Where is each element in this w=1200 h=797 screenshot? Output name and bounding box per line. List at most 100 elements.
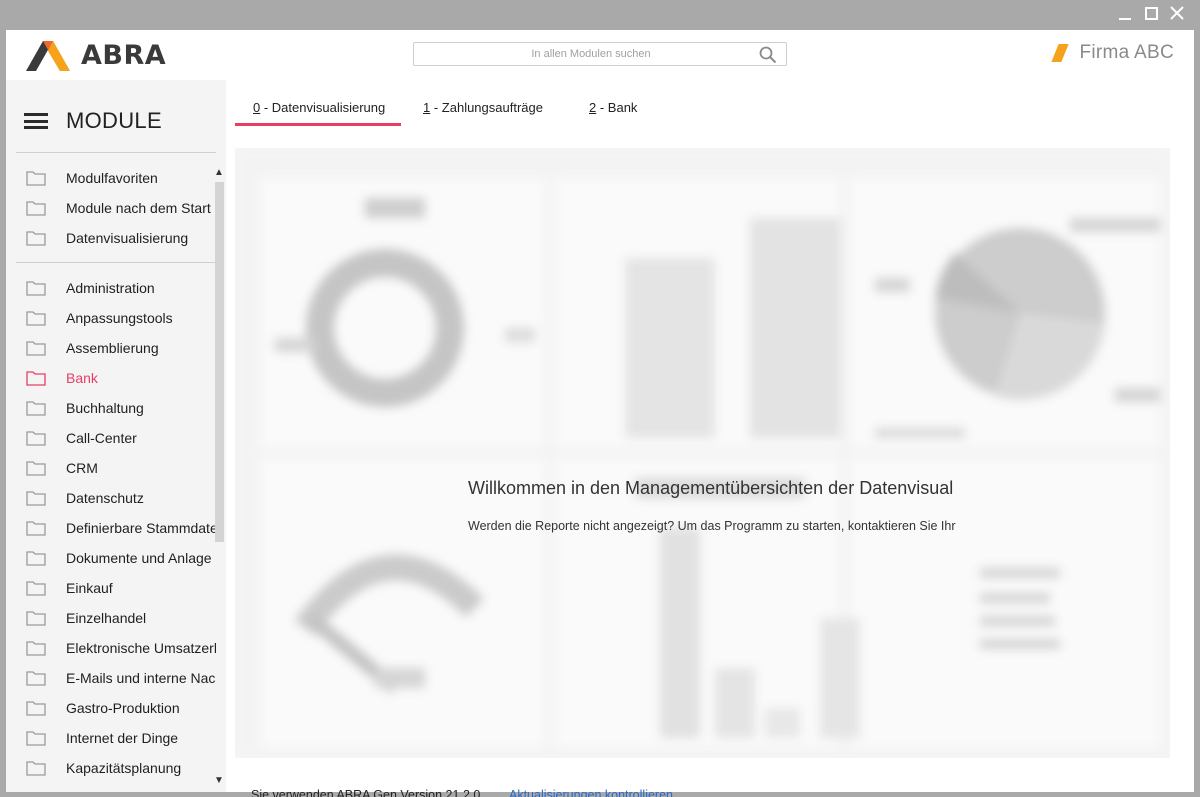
sidebar-item[interactable]: Elektronische Umsatzerl [6,633,216,663]
footer: Sie verwenden ABRA Gen Version 21.2.0 Ak… [251,788,673,797]
tab-zahlungsauftraege[interactable]: 1 - Zahlungsaufträge [423,100,543,126]
sidebar-item[interactable]: E-Mails und interne Nacl [6,663,216,693]
tab-label: - Bank [596,100,638,115]
sidebar-item[interactable]: Assemblierung [6,333,216,363]
sidebar-item-label: Kapazitätsplanung [66,760,182,776]
sidebar: MODULE Modulfavoriten Module nach dem Sta… [6,80,226,792]
sidebar-item[interactable]: Internet der Dinge [6,723,216,753]
sidebar-item-label: Call-Center [66,430,137,446]
sidebar-item-label: Module nach dem Start [66,200,211,216]
sidebar-item-label: Administration [66,280,155,296]
tab-label: - Zahlungsaufträge [430,100,543,115]
main-content: 0 - Datenvisualisierung 1 - Zahlungsauft… [226,80,1194,797]
folder-icon [26,431,46,446]
sidebar-item-label: Definierbare Stammdate [66,520,216,536]
module-list: Administration Anpassungstools Assemblieru… [6,273,216,783]
sidebar-item[interactable]: Module nach dem Start [6,193,216,223]
sidebar-item[interactable]: Bank [6,363,216,393]
sidebar-scrollbar[interactable]: ▲ ▼ [212,166,226,792]
sidebar-item-label: Modulfavoriten [66,170,158,186]
search-icon[interactable] [759,46,777,64]
company-selector[interactable]: Firma ABC [1051,42,1174,64]
folder-icon [26,311,46,326]
folder-icon [26,521,46,536]
folder-icon [26,461,46,476]
sidebar-item-label: Einzelhandel [66,610,147,626]
folder-icon [26,611,46,626]
sidebar-item[interactable]: Administration [6,273,216,303]
close-icon [1170,6,1184,20]
sidebar-item[interactable]: Einzelhandel [6,603,216,633]
maximize-button[interactable] [1140,4,1162,24]
sidebar-item-label: Elektronische Umsatzerl [66,640,216,656]
sidebar-item[interactable]: Einkauf [6,573,216,603]
sidebar-item[interactable]: Dokumente und Anlage [6,543,216,573]
abra-logo-icon [26,41,70,71]
app-window: ABRA Firma ABC MODULE ModulfavoritenModu… [6,30,1194,797]
check-updates-link[interactable]: Aktualisierungen kontrollieren [509,788,673,797]
folder-icon [26,761,46,776]
sidebar-item[interactable]: Call-Center [6,423,216,453]
welcome-title: Willkommen in den Managementübersichten … [468,478,954,498]
folder-icon [26,701,46,716]
search-input[interactable] [414,43,754,65]
sidebar-item-label: Anpassungstools [66,310,173,326]
scroll-down-icon[interactable]: ▼ [214,776,224,786]
scroll-thumb[interactable] [215,182,224,542]
minimize-icon [1119,18,1131,20]
company-name: Firma ABC [1079,42,1174,63]
sidebar-item[interactable]: Datenschutz [6,483,216,513]
sidebar-item-label: CRM [66,460,98,476]
folder-icon [26,641,46,656]
sidebar-divider [16,262,216,263]
module-header: MODULE [24,108,162,134]
folder-icon [26,551,46,566]
folder-icon [26,371,46,386]
sidebar-item[interactable]: Definierbare Stammdate [6,513,216,543]
folder-icon [26,731,46,746]
sidebar-item-label: Internet der Dinge [66,730,179,746]
company-icon [1051,44,1070,62]
sidebar-item-label: Buchhaltung [66,400,144,416]
sidebar-item[interactable]: Kapazitätsplanung [6,753,216,783]
folder-icon [26,341,46,356]
tab-bank[interactable]: 2 - Bank [589,100,637,126]
folder-icon [26,281,46,296]
header: ABRA Firma ABC [6,30,1194,80]
favorites-list: Modulfavoriten Module nach dem Start Daten… [6,163,216,253]
folder-icon [26,231,46,246]
sidebar-divider [16,152,216,153]
sidebar-item-label: Datenschutz [66,490,144,506]
sidebar-item-label: Dokumente und Anlage [66,550,212,566]
folder-icon [26,201,46,216]
sidebar-item[interactable]: CRM [6,453,216,483]
blurred-dashboard-preview: Willkommen in den Managementübersichten … [235,148,1170,758]
module-title: MODULE [66,108,162,133]
logo-text: ABRA [81,39,167,71]
scroll-up-icon[interactable]: ▲ [214,168,224,178]
version-text: Sie verwenden ABRA Gen Version 21.2.0 [251,788,481,797]
welcome-text: Werden die Reporte nicht angezeigt? Um d… [468,519,956,533]
sidebar-item[interactable]: Buchhaltung [6,393,216,423]
sidebar-item-label: Gastro-Produktion [66,700,180,716]
tab-datenvisualisierung[interactable]: 0 - Datenvisualisierung [235,100,401,126]
sidebar-item-label: Assemblierung [66,340,159,356]
dashboard-background-graphic [235,148,1170,758]
tab-label: - Datenvisualisierung [260,100,386,115]
abra-logo[interactable]: ABRA [26,39,166,71]
hamburger-menu-icon[interactable] [24,112,48,130]
folder-icon [26,171,46,186]
sidebar-item[interactable]: Gastro-Produktion [6,693,216,723]
maximize-icon [1145,7,1158,20]
minimize-button[interactable] [1114,4,1136,24]
folder-icon [26,401,46,416]
sidebar-item-label: Einkauf [66,580,113,596]
sidebar-item[interactable]: Modulfavoriten [6,163,216,193]
folder-icon [26,581,46,596]
sidebar-item[interactable]: Anpassungstools [6,303,216,333]
close-button[interactable] [1166,4,1188,24]
title-bar [0,0,1200,30]
folder-icon [26,671,46,686]
module-search[interactable] [413,42,787,66]
sidebar-item[interactable]: Datenvisualisierung [6,223,216,253]
